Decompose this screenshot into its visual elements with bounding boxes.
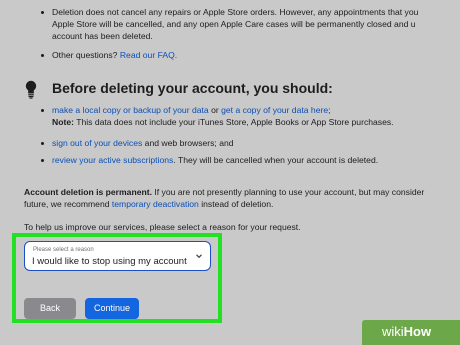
backup-data-link[interactable]: make a local copy or backup of your data [52,105,209,115]
lightbulb-icon [25,80,37,99]
continue-button[interactable]: Continue [85,298,139,319]
temporary-deactivation-link[interactable]: temporary deactivation [112,199,199,209]
note-label: Note: [52,117,74,128]
watermark-how: How [403,324,432,339]
watermark-text: wikiHow [382,324,431,339]
reason-select[interactable]: Please select a reason I would like to s… [24,241,211,271]
bullet-text: account has been deleted. [52,31,153,42]
item-text: and web browsers; and [142,138,234,148]
chevron-down-icon [196,254,202,259]
item-text: or [208,105,222,115]
list-item: sign out of your devices and web browser… [41,137,234,149]
bullet-text: Other questions? [52,50,118,60]
subscriptions-link[interactable]: review your active subscriptions [52,155,173,165]
select-value: I would like to stop using my account [32,256,187,267]
section-heading: Before deleting your account, you should… [52,80,333,96]
list-item: Other questions? Read our FAQ. [40,49,177,61]
sign-out-devices-link[interactable]: sign out of your devices [52,138,142,148]
note-text: This data does not include your iTunes S… [73,117,394,128]
list-item: make a local copy or backup of your data… [41,104,394,128]
get-data-copy-link[interactable]: get a copy of your data here [221,105,328,115]
reason-prompt: To help us improve our services, please … [24,222,301,232]
item-text: ; [328,105,331,115]
item-text: . They will be cancelled when your accou… [173,155,379,165]
permanent-notice: Account deletion is permanent. If you ar… [24,186,424,210]
list-item: Deletion does not cancel any repairs or … [40,6,419,43]
select-label: Please select a reason [33,247,94,253]
permanent-bold: Account deletion is permanent. [24,187,152,197]
watermark-wiki: wiki [382,324,404,339]
permanent-text: future, we recommend [24,199,112,210]
wikihow-watermark: wikiHow [362,320,460,345]
permanent-text: instead of deletion. [198,199,274,210]
permanent-text: If you are not presently planning to use… [151,187,425,197]
back-button[interactable]: Back [24,298,76,319]
bullet-text: Deletion does not cancel any repairs or … [52,7,419,17]
bullet-text: Apple Store will be cancelled, and any o… [52,19,416,30]
faq-link[interactable]: Read our FAQ. [120,50,177,60]
list-item: review your active subscriptions. They w… [40,154,379,166]
